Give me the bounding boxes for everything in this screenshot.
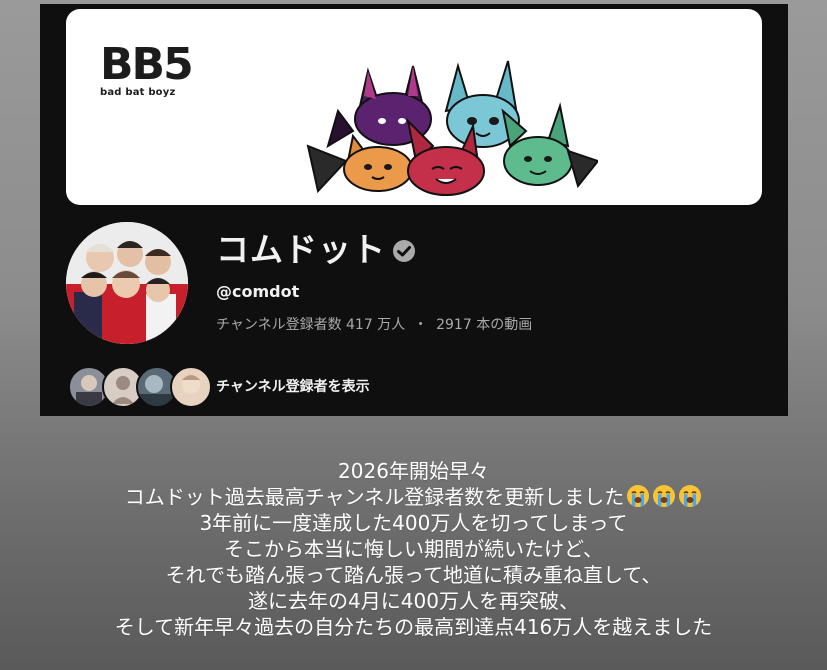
red-bat-mascot [406, 117, 485, 196]
channel-banner: BB5 bad bat boyz [66, 9, 762, 205]
caption-line: コムドット過去最高チャンネル登録者数を更新しました [124, 485, 625, 509]
bb5-logo: BB5 bad bat boyz [100, 39, 194, 99]
loudly-crying-face-icon [653, 485, 676, 507]
show-subscribers-link[interactable]: チャンネル登録者を表示 [216, 376, 370, 396]
caption-line: そして新年早々過去の自分たちの最高到達点416万人を越えました [114, 615, 713, 639]
logo-main-text: BB5 [100, 39, 194, 90]
caption-line: そこから本当に悔しい期間が続いたけど、 [224, 537, 603, 561]
group-photo-image [66, 222, 188, 344]
channel-screenshot: BB5 bad bat boyz コムドット @comdot チャンネル登録者数… [40, 4, 788, 416]
bat-mascots-illustration [306, 60, 598, 196]
channel-name: コムドット [216, 230, 386, 269]
story-caption: 2026年開始早々 コムドット過去最高チャンネル登録者数を更新しました 3年前に… [0, 458, 827, 640]
subscriber-avatars[interactable] [68, 366, 212, 408]
caption-line: 遂に去年の4月に400万人を再突破、 [248, 589, 579, 613]
channel-handle: @comdot [216, 282, 300, 301]
loudly-crying-face-icon [627, 485, 650, 507]
channel-stats: チャンネル登録者数 417 万人 ・ 2917 本の動画 [216, 314, 536, 334]
caption-line: 3年前に一度達成した400万人を切ってしまって [199, 511, 628, 535]
channel-avatar[interactable] [66, 222, 188, 344]
loudly-crying-face-icon [679, 485, 702, 507]
caption-line: 2026年開始早々 [338, 459, 489, 483]
caption-line: それでも踏ん張って踏ん張って地道に積み重ね直して、 [165, 563, 662, 587]
subscriber-count: チャンネル登録者数 417 万人 [216, 317, 406, 333]
stats-separator: ・ [413, 317, 428, 333]
caption-line-with-emoji: コムドット過去最高チャンネル登録者数を更新しました [0, 484, 827, 510]
verified-check-icon [393, 240, 415, 262]
subscriber-avatar [170, 366, 212, 408]
video-count: 2917 本の動画 [436, 317, 533, 333]
